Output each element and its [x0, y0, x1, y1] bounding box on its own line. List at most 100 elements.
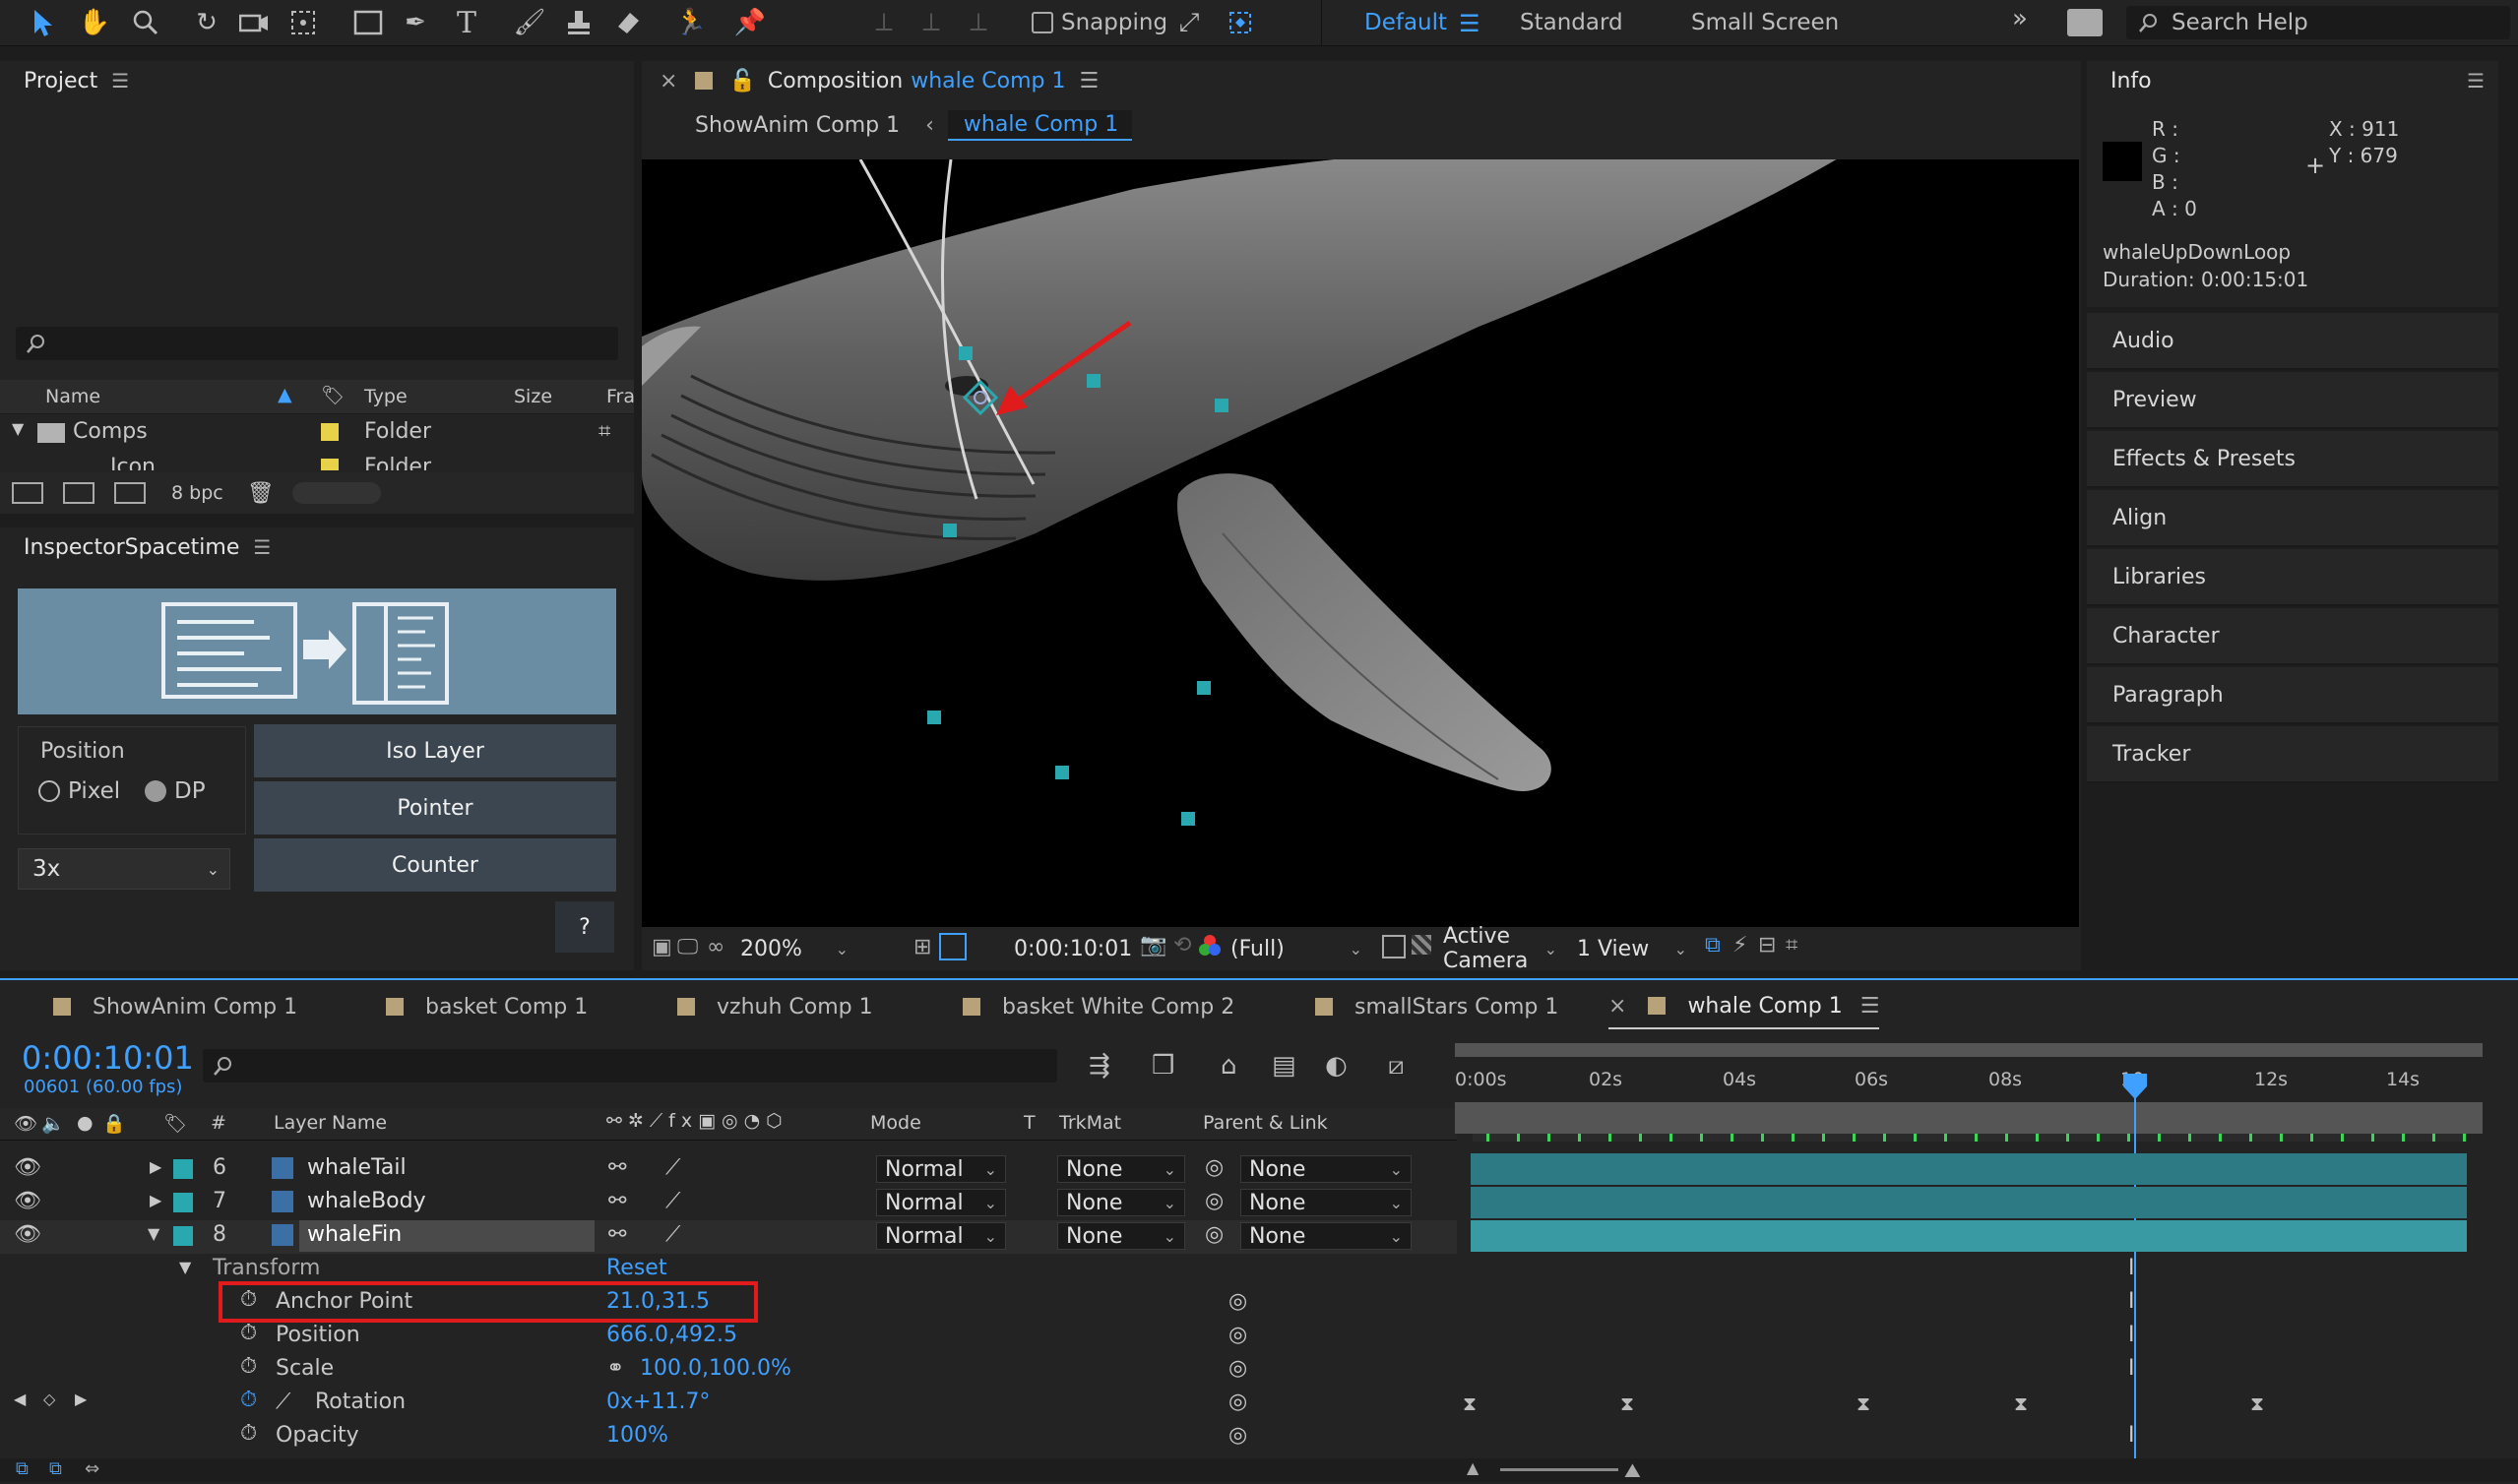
flowchart-icon[interactable]: ⌗ — [1786, 933, 1797, 958]
panel-effects-presets[interactable]: Effects & Presets — [2087, 431, 2498, 488]
zoom-slider[interactable] — [1500, 1468, 1618, 1471]
column-trkmat[interactable]: TrkMat — [1059, 1112, 1121, 1134]
graph-icon[interactable]: ⟋ — [276, 1390, 290, 1414]
tab-showanim-comp[interactable]: ShowAnim Comp 1 — [53, 984, 297, 1029]
more-workspaces-icon[interactable]: » — [2012, 4, 2028, 33]
workspace-default[interactable]: Default — [1364, 10, 1447, 35]
trkmat-select[interactable]: None ⌄ — [1057, 1155, 1185, 1183]
expression-pickwhip-icon[interactable]: ◎ — [1228, 1289, 1247, 1314]
radio-dp-circle[interactable] — [145, 780, 166, 802]
clone-stamp-tool-icon[interactable] — [561, 6, 597, 39]
tab-whale-comp[interactable]: × whale Comp 1 ☰ — [1608, 984, 1880, 1029]
views-select[interactable]: 1 View ⌄ — [1569, 935, 1695, 962]
toggle-pixel-aspect-icon[interactable]: ⧉ — [1705, 933, 1721, 958]
property-value[interactable]: 100.0,100.0% — [640, 1356, 791, 1381]
current-time[interactable]: 0:00:10:01 — [22, 1039, 194, 1077]
new-composition-icon[interactable] — [114, 482, 146, 504]
property-value[interactable]: 666.0,492.5 — [606, 1323, 737, 1347]
radio-pixel-circle[interactable] — [38, 780, 60, 802]
label-tag-icon[interactable]: 🏷 — [321, 384, 345, 406]
eye-icon[interactable]: 👁 — [14, 1189, 41, 1213]
parent-select[interactable]: None ⌄ — [1240, 1189, 1412, 1216]
column-name[interactable]: Name — [45, 386, 100, 407]
keyframe-icon[interactable]: ⧗ — [1620, 1391, 1634, 1415]
label-swatch[interactable] — [173, 1226, 193, 1246]
fast-preview-icon[interactable]: ⚡ — [1732, 933, 1747, 958]
close-icon[interactable]: × — [1608, 994, 1626, 1019]
pan-behind-tool-icon[interactable] — [285, 6, 321, 39]
lock-icon[interactable]: 🔓 — [728, 69, 755, 93]
collapse-transform-icon[interactable]: ⚯ — [608, 1222, 626, 1247]
column-frame[interactable]: Fra — [606, 386, 635, 407]
disclosure-triangle-icon[interactable]: ▼ — [12, 419, 24, 438]
label-swatch[interactable] — [321, 459, 339, 470]
column-layer-name[interactable]: Layer Name — [274, 1112, 387, 1134]
transform-handle[interactable] — [927, 711, 941, 724]
expression-pickwhip-icon[interactable]: ◎ — [1228, 1423, 1247, 1448]
puppet-tool-icon[interactable]: 📌 — [732, 6, 768, 39]
camera-tool-icon[interactable] — [236, 6, 272, 39]
grid-icon[interactable]: ⊞ — [913, 935, 931, 959]
hand-tool-icon[interactable]: ✋ — [77, 6, 112, 39]
table-row[interactable]: 👁 ▶ 6 whaleTail ⚯ ⟋ Normal ⌄ None ⌄ ◎ None… — [0, 1153, 1457, 1187]
transform-handle[interactable] — [1181, 812, 1195, 826]
disclosure-triangle-icon[interactable]: ▼ — [148, 1224, 159, 1243]
resolution-select[interactable]: (Full) ⌄ — [1223, 935, 1370, 962]
iso-layer-button[interactable]: Iso Layer — [254, 724, 616, 777]
time-ruler[interactable]: 0:00s 02s 04s 06s 08s 10 12s 14s — [1455, 1063, 2483, 1102]
zoom-tool-icon[interactable] — [128, 6, 163, 39]
pen-tool-icon[interactable]: ✒ — [398, 6, 433, 39]
comp-flowchart-icon[interactable]: ⇶ — [1089, 1051, 1110, 1081]
lock-switch-icon[interactable]: 🔒 — [102, 1112, 126, 1135]
layer-switches-toggle-icon[interactable]: ⧉ — [16, 1458, 29, 1479]
disclosure-triangle-icon[interactable]: ▼ — [179, 1258, 191, 1276]
audio-switch-icon[interactable]: 🔈 — [41, 1112, 65, 1135]
transform-handle[interactable] — [959, 346, 973, 360]
shy-layers-icon[interactable]: ⌂ — [1221, 1051, 1237, 1081]
brush-tool-icon[interactable]: 🖌 — [512, 6, 547, 39]
layer-switches-icons[interactable]: ⚯✲⟋fx▣◎◔⬡ — [606, 1110, 788, 1132]
inspector-menu-icon[interactable]: ☰ — [253, 535, 271, 559]
viewer-timecode[interactable]: 0:00:10:01 — [1014, 937, 1132, 961]
monitor-icon[interactable]: 🖵 — [677, 935, 698, 959]
layer-name[interactable]: whaleBody — [307, 1189, 426, 1213]
transform-handle[interactable] — [1215, 399, 1228, 412]
video-switch-icon[interactable]: 👁 — [14, 1112, 37, 1135]
tab-basket-comp[interactable]: basket Comp 1 — [386, 984, 588, 1029]
panel-align[interactable]: Align — [2087, 490, 2498, 547]
flowchart-icon[interactable]: ⌗ — [598, 419, 610, 444]
info-menu-icon[interactable]: ☰ — [2467, 69, 2485, 93]
layer-name[interactable]: whaleFin — [307, 1222, 402, 1247]
panel-character[interactable]: Character — [2087, 608, 2498, 665]
property-row[interactable]: ◀ ◇ ▶ ⏱ ⟋ Rotation 0x+11.7° ◎ — [0, 1388, 1457, 1421]
table-row[interactable]: 👁 ▼ 8 whaleFin ⚯ ⟋ Normal ⌄ None ⌄ ◎ None ⌄ — [0, 1220, 1457, 1254]
solo-switch-icon[interactable]: ● — [77, 1112, 94, 1134]
column-t[interactable]: T — [1024, 1112, 1036, 1134]
radio-dp[interactable]: DP — [145, 778, 206, 804]
property-row[interactable]: ⏱ Opacity 100% ◎ — [0, 1421, 1457, 1454]
collapse-transform-icon[interactable]: ⚯ — [608, 1189, 626, 1213]
vr-goggles-icon[interactable]: ∞ — [707, 935, 724, 959]
workspace-small-screen[interactable]: Small Screen — [1691, 10, 1839, 35]
snapping-toggle[interactable]: Snapping — [1032, 10, 1167, 35]
layer-duration-bar[interactable] — [1471, 1153, 2467, 1185]
pointer-button[interactable]: Pointer — [254, 781, 616, 835]
show-snapshot-icon[interactable]: ⟲ — [1173, 933, 1191, 958]
work-area-bar[interactable] — [1455, 1043, 2483, 1057]
project-search-input[interactable] — [16, 327, 618, 360]
sync-settings-icon[interactable] — [2067, 9, 2103, 36]
property-value[interactable]: 100% — [606, 1423, 668, 1448]
parent-select[interactable]: None ⌄ — [1240, 1222, 1412, 1250]
trkmat-select[interactable]: None ⌄ — [1057, 1222, 1185, 1250]
scale-select[interactable]: 3x ⌄ — [18, 848, 230, 890]
zoom-out-icon[interactable]: ▲ — [1467, 1458, 1479, 1477]
transform-handle[interactable] — [1197, 681, 1211, 695]
mode-select[interactable]: Normal ⌄ — [876, 1189, 1006, 1216]
rectangle-tool-icon[interactable] — [350, 6, 386, 39]
tab-basket-white-comp[interactable]: basket White Comp 2 — [963, 984, 1234, 1029]
table-row[interactable]: 👁 ▶ 7 whaleBody ⚯ ⟋ Normal ⌄ None ⌄ ◎ None… — [0, 1187, 1457, 1220]
workspace-menu-icon[interactable]: ☰ — [1459, 10, 1480, 37]
motion-blur-icon[interactable]: ◐ — [1325, 1051, 1348, 1081]
transparency-grid-icon[interactable] — [1412, 935, 1431, 955]
timeline-search-input[interactable] — [203, 1049, 1057, 1082]
